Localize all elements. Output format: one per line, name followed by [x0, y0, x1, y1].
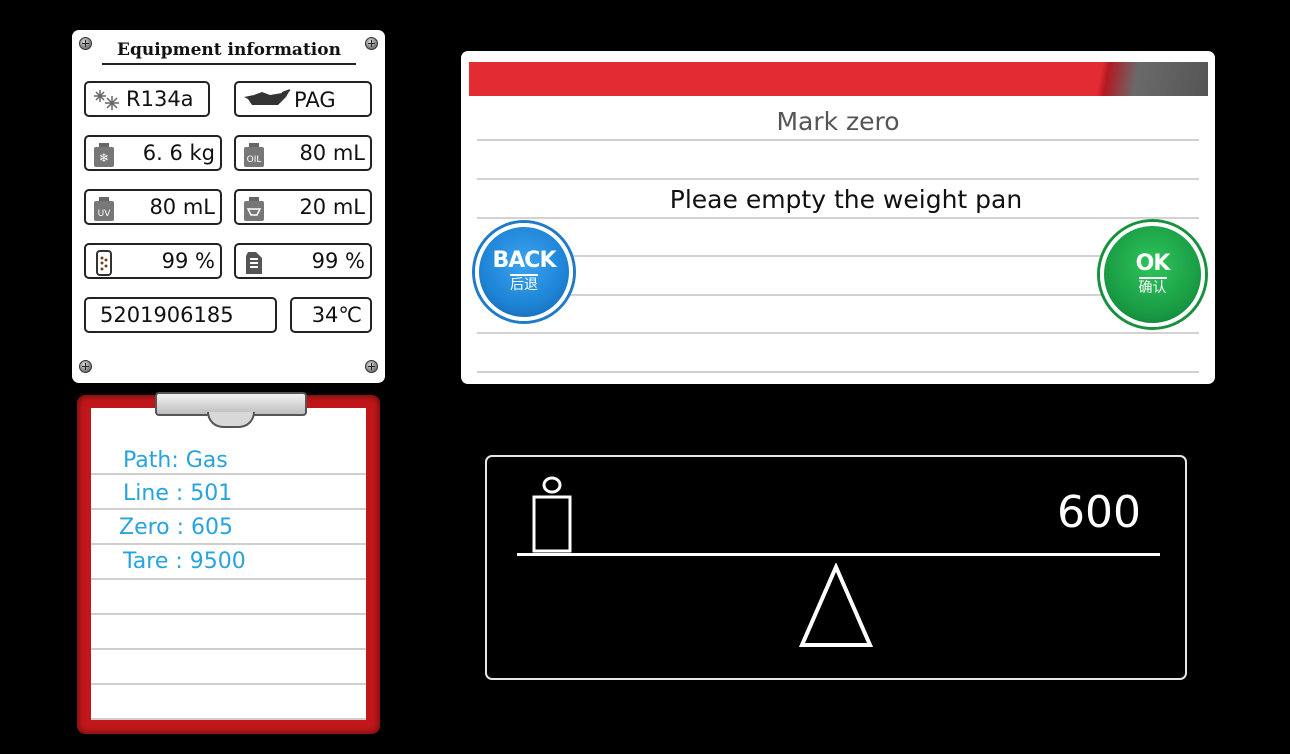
triangle-pointer-icon: [798, 561, 874, 653]
divider: [477, 217, 1199, 219]
equipment-info-title: Equipment information: [102, 40, 356, 65]
tank-percent-value: 99 %: [311, 249, 365, 273]
weight-icon: [531, 473, 575, 557]
refrigerant-weight-cell: ❄ 6. 6 kg: [84, 135, 222, 171]
temperature-value: 34℃: [311, 303, 362, 327]
equipment-info-panel: Equipment information R134a PAG ❄ 6. 6 k…: [72, 30, 385, 383]
refrigerant-weight-value: 6. 6 kg: [142, 141, 215, 165]
divider: [477, 294, 1199, 296]
divider: [477, 178, 1199, 180]
dialog-message: Pleae empty the weight pan: [669, 185, 1023, 214]
refrigerant-type-cell: R134a: [84, 81, 210, 117]
refrigerant-bottle-icon: ❄: [92, 142, 116, 167]
screw-icon: [79, 37, 92, 50]
uv-amount-cell: UV 80 mL: [84, 189, 222, 225]
waste-oil-bottle-icon: [242, 196, 266, 221]
screw-icon: [365, 37, 378, 50]
waste-oil-amount-cell: 20 mL: [234, 189, 372, 225]
serial-number-value: 5201906185: [100, 303, 234, 327]
weight-value: 600: [1057, 487, 1141, 538]
waste-oil-amount-value: 20 mL: [299, 195, 365, 219]
oil-can-icon: [242, 89, 292, 113]
divider: [477, 332, 1199, 334]
path-line: Path: Gas: [123, 448, 228, 473]
mark-zero-dialog: Mark zero Pleae empty the weight pan: [461, 51, 1215, 384]
oil-bottle-icon: OIL: [242, 142, 266, 167]
oil-amount-value: 80 mL: [299, 141, 365, 165]
zero-value-line: Zero : 605: [119, 515, 234, 540]
filter-percent-cell: 99 %: [84, 243, 222, 279]
scale-baseline: [517, 553, 1160, 556]
serial-number-cell: 5201906185: [84, 297, 277, 333]
screw-icon: [79, 360, 92, 373]
divider: [477, 255, 1199, 257]
tank-icon: [242, 250, 266, 274]
uv-amount-value: 80 mL: [149, 195, 215, 219]
ok-button[interactable]: OK 确认: [1100, 222, 1205, 327]
divider: [477, 371, 1199, 373]
oil-amount-cell: OIL 80 mL: [234, 135, 372, 171]
status-clipboard: Path: Gas Line : 501 Zero : 605 Tare : 9…: [77, 392, 380, 734]
back-button-sublabel: 后退: [510, 274, 538, 294]
screw-icon: [365, 360, 378, 373]
svg-text:❄: ❄: [99, 151, 109, 165]
oil-type-value: PAG: [294, 88, 336, 112]
ok-button-sublabel: 确认: [1138, 276, 1167, 297]
svg-text:OIL: OIL: [247, 155, 262, 165]
snowflake-icon: [92, 86, 119, 110]
ok-button-label: OK: [1135, 250, 1171, 276]
dialog-header-bar: [469, 62, 1208, 96]
back-button-label: BACK: [492, 248, 557, 273]
temperature-cell: 34℃: [290, 297, 372, 333]
tare-value-line: Tare : 9500: [123, 549, 246, 574]
tank-percent-cell: 99 %: [234, 243, 372, 279]
line-number-line: Line : 501: [123, 481, 233, 506]
uv-bottle-icon: UV: [92, 196, 116, 221]
refrigerant-type-value: R134a: [126, 87, 194, 111]
back-button[interactable]: BACK 后退: [475, 223, 573, 321]
divider: [477, 139, 1199, 141]
oil-type-cell: PAG: [234, 81, 372, 117]
filter-icon: [92, 250, 116, 276]
filter-percent-value: 99 %: [161, 249, 215, 273]
dialog-title: Mark zero: [776, 107, 900, 136]
weight-display: 600: [485, 455, 1187, 680]
svg-text:UV: UV: [98, 209, 112, 219]
